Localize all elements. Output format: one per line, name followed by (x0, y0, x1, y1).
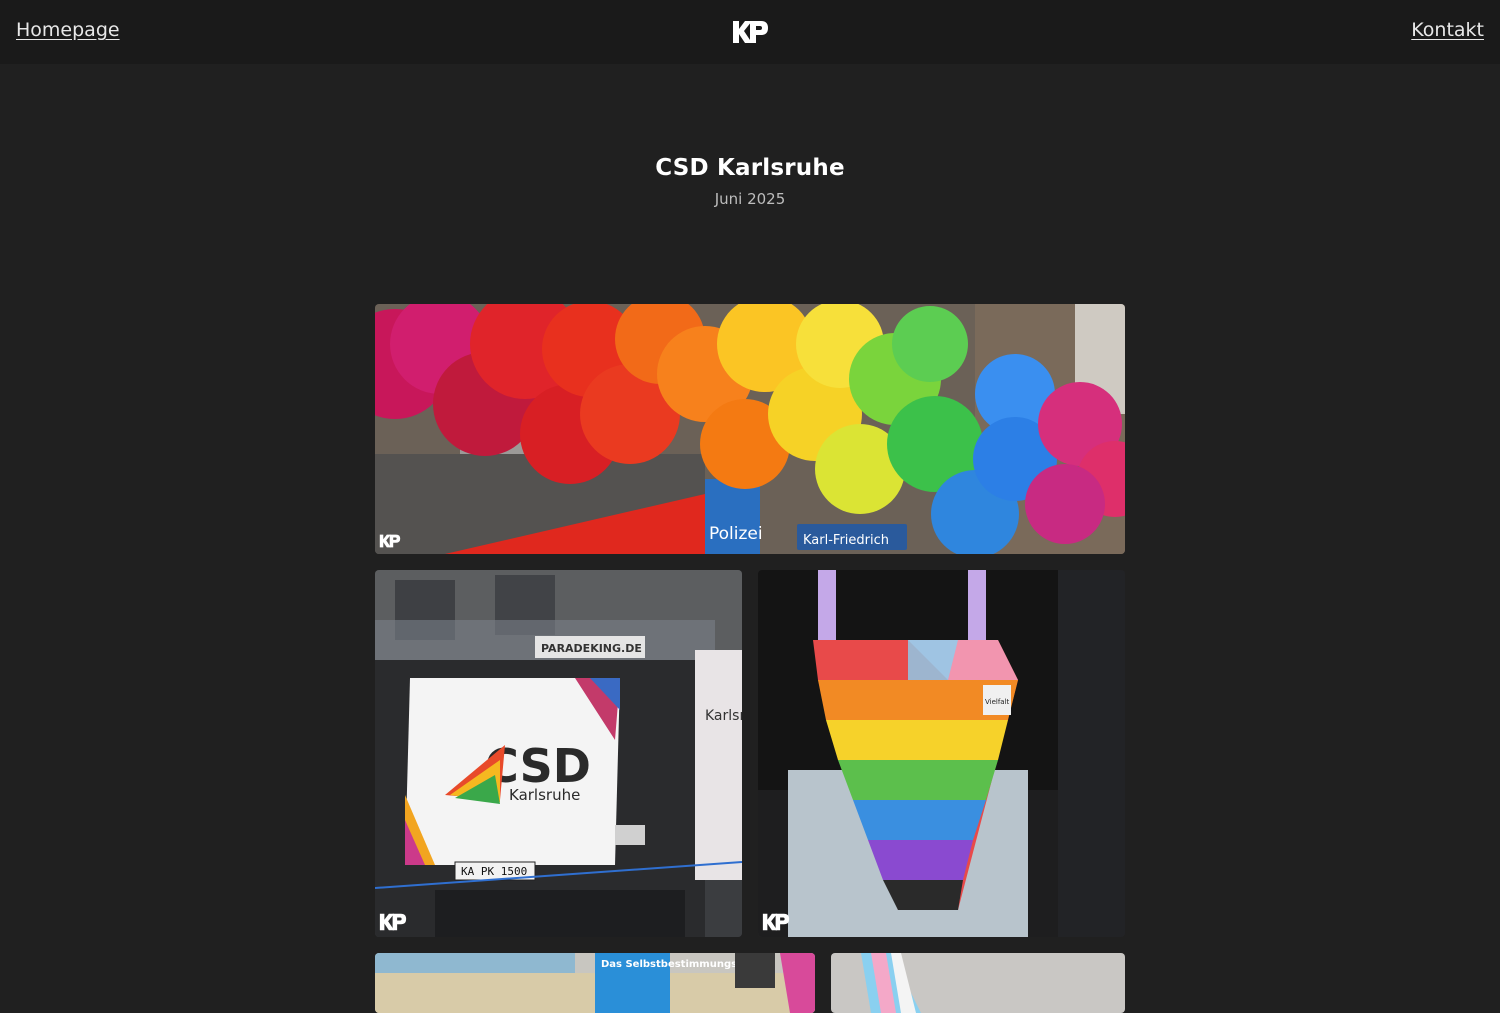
watermark-icon (379, 534, 401, 548)
kontakt-link[interactable]: Kontakt (1411, 19, 1484, 41)
page-date: Juni 2025 (714, 190, 786, 208)
kp-logo[interactable] (732, 20, 769, 44)
license-plate-text: KA PK 1500 (461, 865, 527, 878)
gallery-photo-balloons[interactable]: Polizei Karl-Friedrich (375, 304, 1125, 554)
gallery-photo-crowd-sign[interactable]: Das Selbstbestimmungs (375, 953, 815, 1013)
flag-photo-image (831, 953, 1125, 1013)
gallery-photo-flag[interactable] (831, 953, 1125, 1013)
crowd-photo-image: Das Selbstbestimmungs (375, 953, 815, 1013)
title-block: CSD Karlsruhe Juni 2025 (0, 155, 1500, 208)
watermark-icon (762, 913, 790, 931)
bag-tag-text: Vielfalt (985, 698, 1010, 706)
gallery-photo-truck[interactable]: PARADEKING.DE Karlsruhe CSD Karlsruhe KA… (375, 570, 742, 937)
street-sign-text: Karl-Friedrich (803, 533, 889, 548)
tote-photo-image: Vielfalt (758, 570, 1125, 937)
balloon-photo-image: Polizei Karl-Friedrich (375, 304, 1125, 554)
polizei-sign-text: Polizei (709, 524, 763, 544)
gallery-photo-tote-bag[interactable]: Vielfalt (758, 570, 1125, 937)
sign-text: Das Selbstbestimmungs (601, 959, 737, 970)
watermark-icon (379, 913, 407, 931)
top-bar: Homepage Kontakt (0, 0, 1500, 64)
banner-subtitle: Karlsruhe (509, 786, 580, 804)
truck-photo-image: PARADEKING.DE Karlsruhe CSD Karlsruhe KA… (375, 570, 742, 937)
truck-side-text: Karlsruhe (705, 708, 742, 724)
page-title: CSD Karlsruhe (655, 155, 845, 181)
homepage-link[interactable]: Homepage (16, 19, 120, 41)
truck-sign-text: PARADEKING.DE (541, 642, 642, 655)
